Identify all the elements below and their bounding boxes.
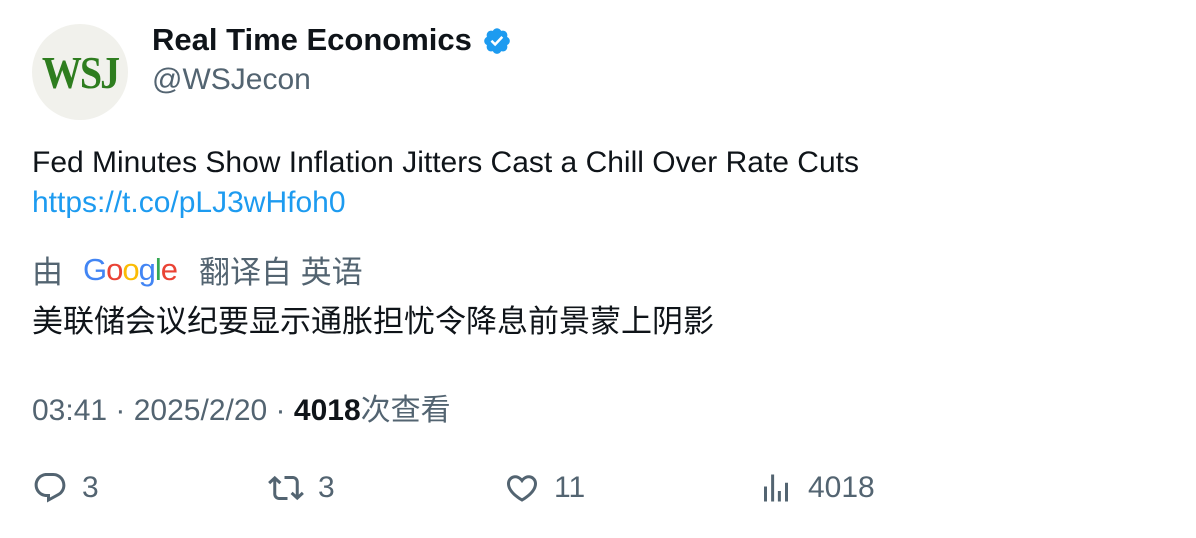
views-button[interactable]: 4018	[758, 470, 875, 506]
verified-badge-icon[interactable]	[482, 26, 512, 56]
author-name-row: Real Time Economics	[152, 22, 512, 58]
tweet-meta: 03:41 · 2025/2/20 · 4018 次查看	[32, 385, 451, 429]
repost-button[interactable]: 3	[268, 470, 335, 506]
views-label: 次查看	[360, 394, 451, 427]
action-bar: 3 3 11 4018	[0, 470, 1196, 520]
reply-button[interactable]: 3	[32, 470, 99, 506]
reply-count: 3	[82, 471, 99, 504]
like-button[interactable]: 11	[504, 470, 585, 506]
tweet-time[interactable]: 03:41	[32, 394, 107, 428]
translated-text: 美联储会议纪要显示通胀担忧令降息前景蒙上阴影	[32, 304, 714, 339]
views-count: 4018	[293, 394, 361, 427]
repost-count: 3	[318, 471, 335, 504]
analytics-icon	[764, 474, 788, 502]
translation-prefix: 由	[32, 255, 63, 290]
reply-icon	[34, 473, 66, 503]
translation-attribution: 由 Google 翻译自 英语	[32, 247, 363, 292]
user-handle[interactable]: @WSJecon	[152, 63, 311, 97]
avatar[interactable]: WSJ	[32, 24, 128, 120]
display-name[interactable]: Real Time Economics	[152, 22, 472, 58]
heart-icon	[506, 475, 538, 502]
tweet-link[interactable]: https://t.co/pLJ3wHfoh0	[32, 183, 859, 223]
views-action-count: 4018	[808, 471, 875, 504]
translation-suffix: 翻译自 英语	[199, 255, 363, 290]
tweet-body: Fed Minutes Show Inflation Jitters Cast …	[32, 143, 859, 223]
wsj-logo: WSJ	[41, 46, 120, 98]
repost-icon	[268, 475, 304, 501]
google-logo[interactable]: Google	[83, 252, 178, 288]
meta-separator: ·	[267, 394, 294, 427]
meta-separator: ·	[107, 394, 134, 427]
tweet-date[interactable]: 2025/2/20	[134, 394, 267, 428]
tweet-text: Fed Minutes Show Inflation Jitters Cast …	[32, 146, 859, 179]
like-count: 11	[554, 471, 586, 504]
